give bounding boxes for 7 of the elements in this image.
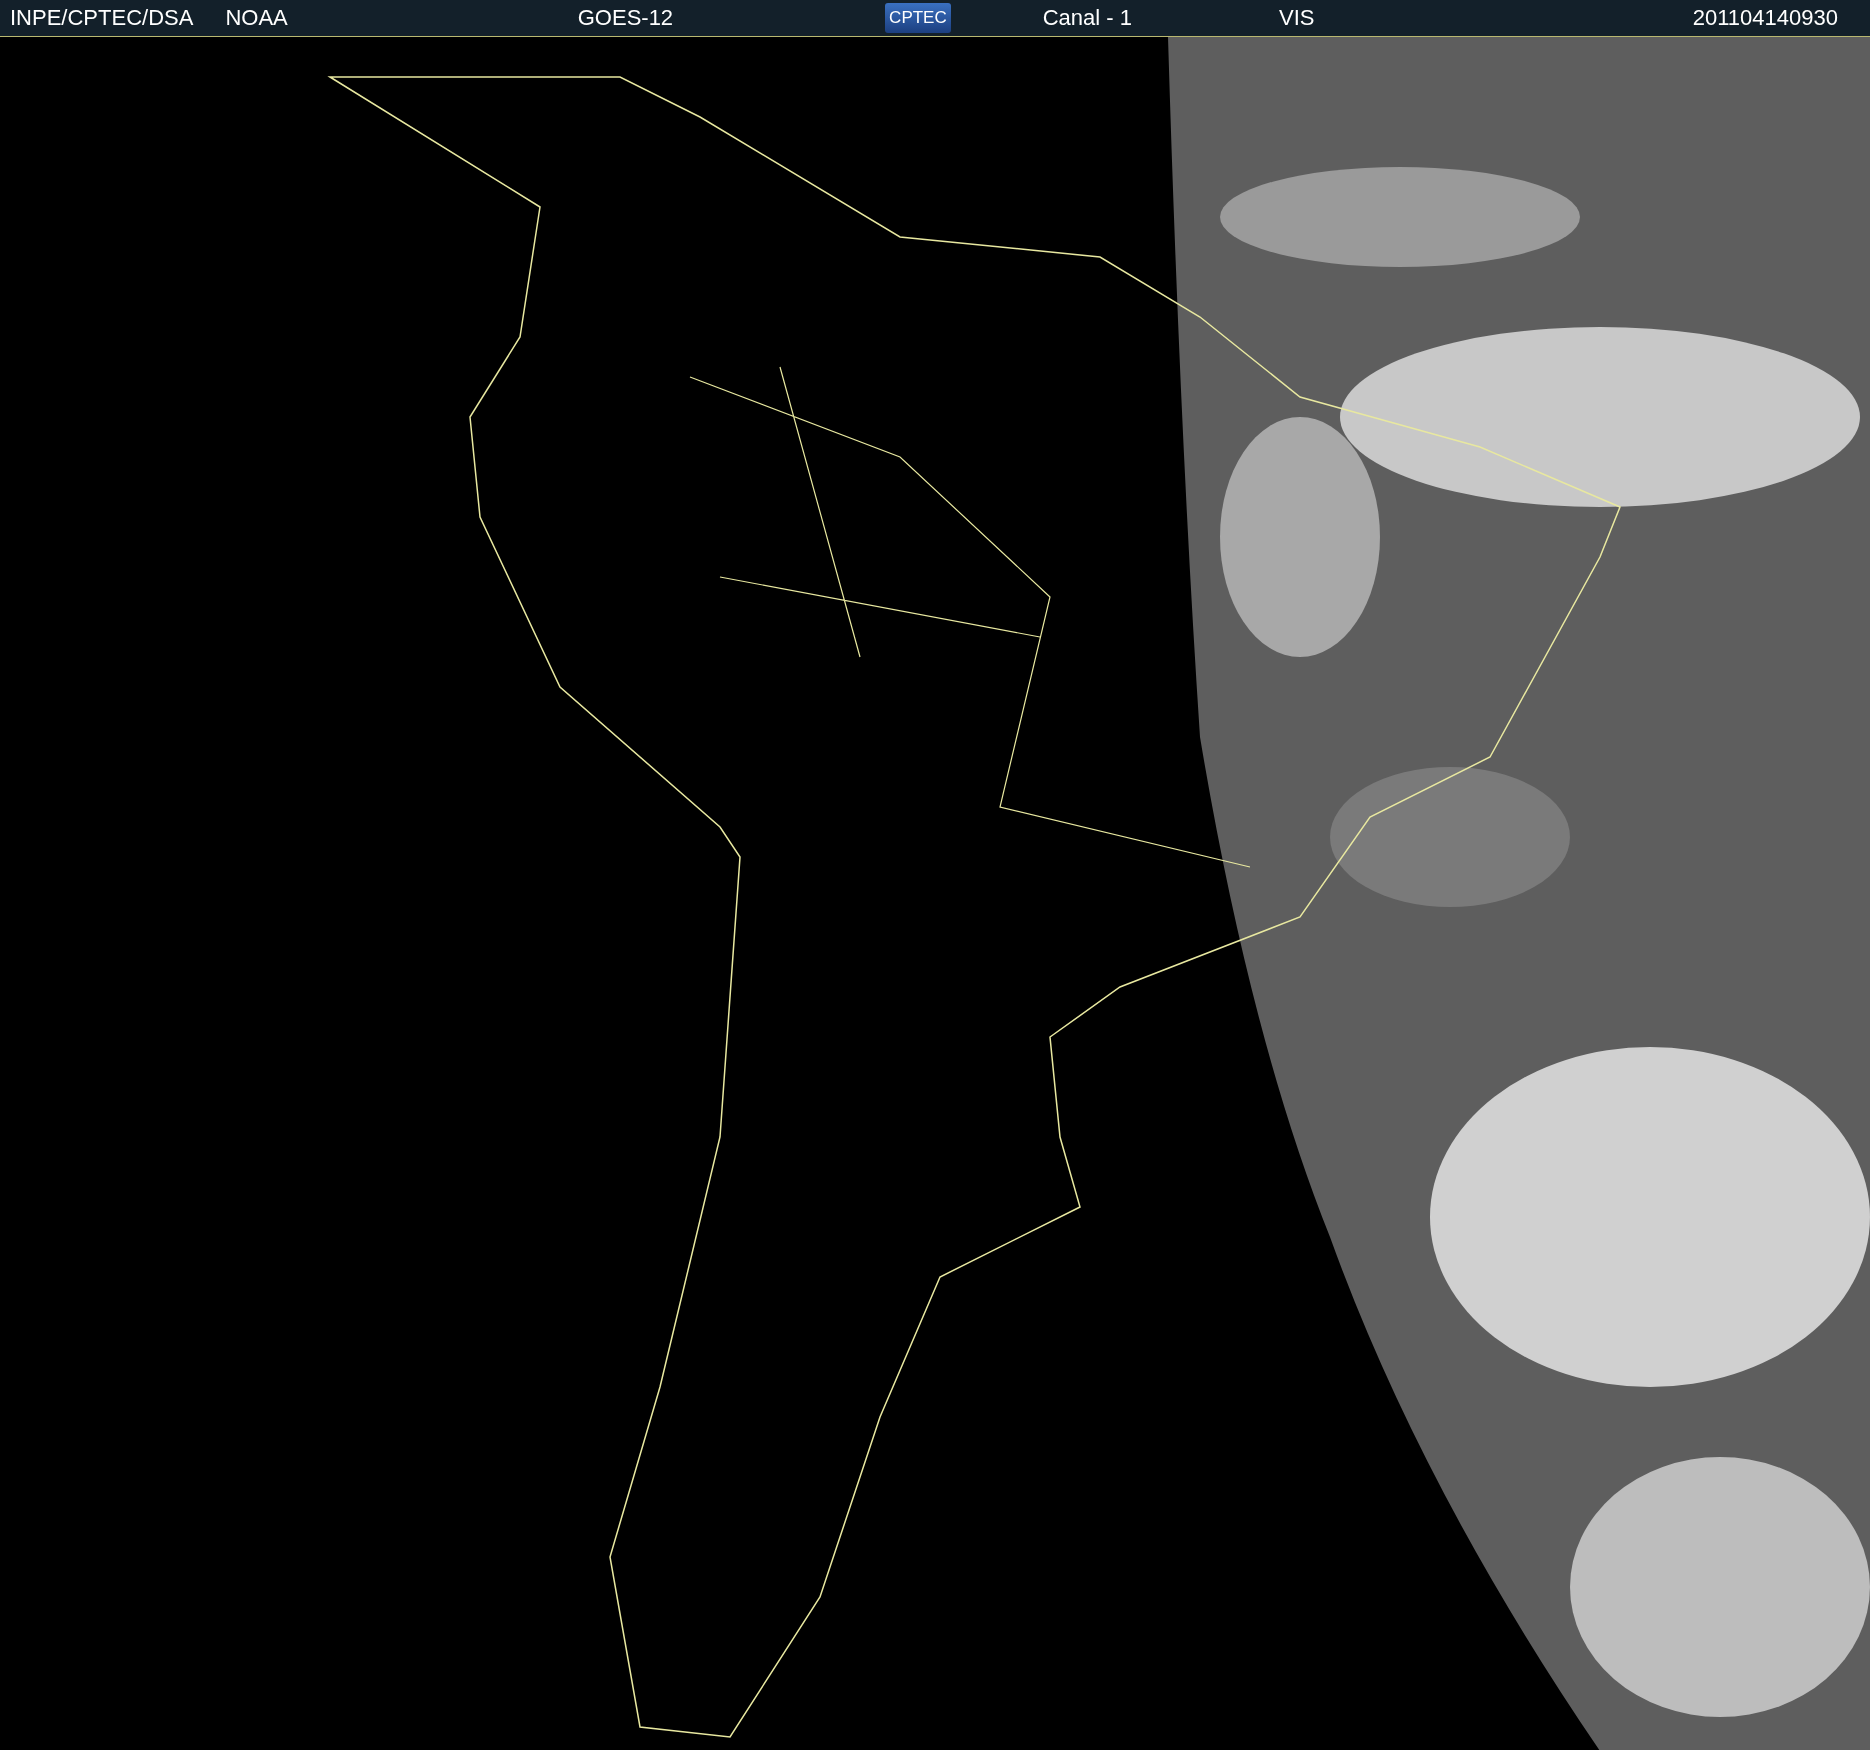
header-label: GOES-12 [577,5,674,31]
header-label: Canal - 1 [1042,5,1132,31]
header-label: VIS [1279,5,1315,31]
header-label: 201104140930 [1692,5,1838,31]
logo: CPTEC [885,3,951,33]
header-label: INPE/CPTEC/DSA [10,5,194,31]
header-label: NOAA [225,5,288,31]
